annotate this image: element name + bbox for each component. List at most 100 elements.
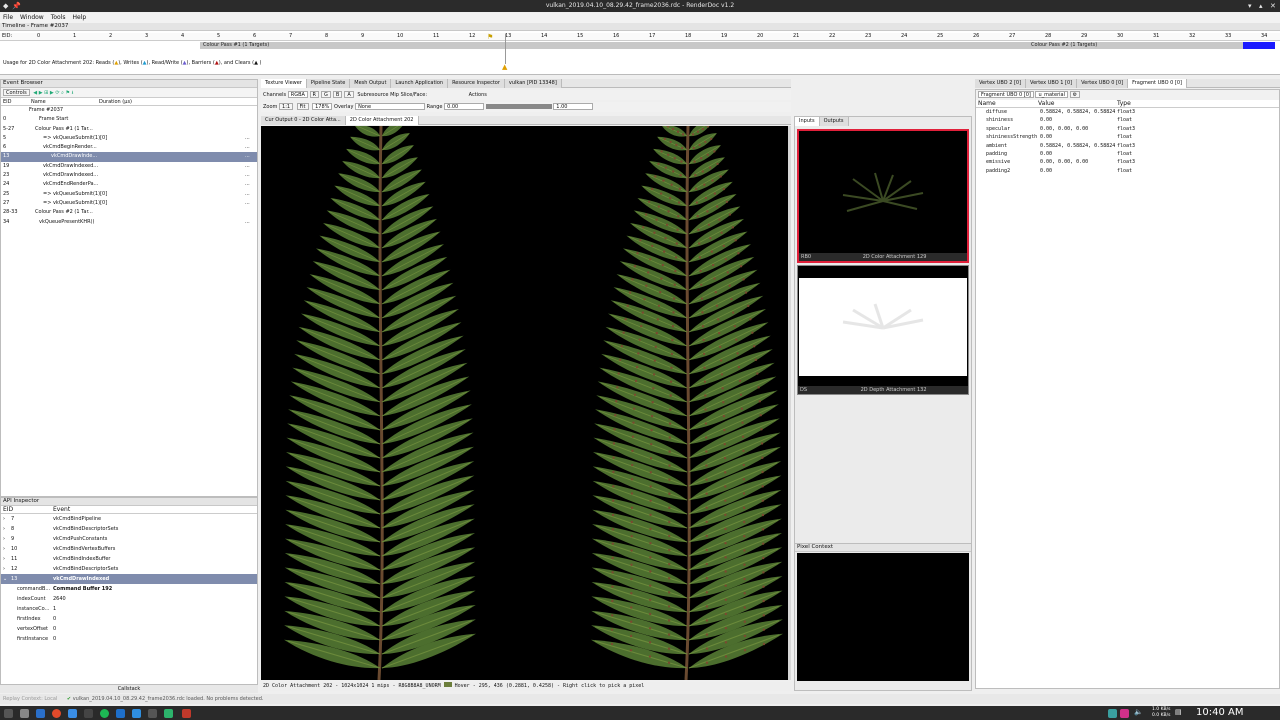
- channel-g[interactable]: G: [321, 91, 331, 98]
- range-max-input[interactable]: 1.00: [553, 103, 594, 110]
- buffer-row[interactable]: shininessStrength 0.00 float: [976, 133, 1279, 141]
- buffer-opt-button[interactable]: ⚙: [1069, 91, 1081, 98]
- timeline-ruler[interactable]: EID: 0 1 2 3 4 5 6 7 8 9 10 11 12 13 14 15 16 17 18 19 20 21 2…: [0, 33, 1280, 41]
- main-tab[interactable]: Mesh Output: [350, 79, 392, 88]
- terminal-icon[interactable]: [68, 709, 77, 718]
- folder-icon[interactable]: [36, 709, 45, 718]
- texture-scrollbar[interactable]: [788, 126, 791, 680]
- menu-window[interactable]: Window: [20, 14, 44, 21]
- buffer-tab[interactable]: Vertex UBO 0 [0]: [1077, 79, 1129, 88]
- api-row[interactable]: › 11 vkCmdBindIndexBuffer: [1, 554, 257, 564]
- expand-icon[interactable]: ›: [3, 554, 5, 564]
- tray-icon-2[interactable]: [1120, 709, 1129, 718]
- volume-icon[interactable]: 🔈: [1134, 708, 1143, 716]
- main-tab[interactable]: Resource Inspector: [448, 79, 505, 88]
- buffer-row[interactable]: emissive 0.00, 0.00, 0.00 float3: [976, 158, 1279, 166]
- buffer-row[interactable]: padding2 0.00 float: [976, 167, 1279, 175]
- main-tab[interactable]: vulkan [PID 13348]: [504, 79, 562, 88]
- files-icon[interactable]: [20, 709, 29, 718]
- buffer-row[interactable]: shininess 0.00 float: [976, 116, 1279, 124]
- expand-icon[interactable]: ›: [3, 564, 5, 574]
- buffer-row[interactable]: ambient 0.58824, 0.58824, 0.58824 float3: [976, 142, 1279, 150]
- colour-pass-2-bar[interactable]: Colour Pass #2 (1 Targets): [1028, 42, 1243, 49]
- main-tab[interactable]: Texture Viewer: [261, 79, 307, 88]
- ide-icon[interactable]: [116, 709, 125, 718]
- controls-button[interactable]: Controls: [3, 89, 30, 96]
- pixel-context-view[interactable]: [797, 553, 969, 681]
- event-row[interactable]: 28-33 Colour Pass #2 (1 Tar...: [1, 208, 257, 217]
- event-row[interactable]: 24 vkCmdEndRenderPa......: [1, 180, 257, 189]
- buffer-row[interactable]: specular 0.00, 0.00, 0.00 float3: [976, 125, 1279, 133]
- nav-icons[interactable]: ◀ ▶ ⊞ ▶ ⟳ ⌕ ⚑ ⭳: [33, 90, 73, 96]
- event-row[interactable]: 5-27 Colour Pass #1 (1 Tar...: [1, 125, 257, 134]
- event-row[interactable]: Frame #2037: [1, 106, 257, 115]
- expand-icon[interactable]: ›: [3, 524, 5, 534]
- start-icon[interactable]: [4, 709, 13, 718]
- expand-icon[interactable]: ›: [3, 514, 5, 524]
- event-row[interactable]: 5 => vkQueueSubmit(1)[0]...: [1, 134, 257, 143]
- range-slider[interactable]: [485, 104, 552, 109]
- buffer-row[interactable]: diffuse 0.58824, 0.58824, 0.58824 float3: [976, 108, 1279, 116]
- zoom-1to1-button[interactable]: 1:1: [279, 103, 294, 110]
- event-row[interactable]: 34 vkQueuePresentKHR()...: [1, 218, 257, 227]
- buffer-tab[interactable]: Vertex UBO 2 [0]: [975, 79, 1027, 88]
- api-row[interactable]: ⌄ 13 vkCmdDrawIndexed: [1, 574, 257, 584]
- expand-icon[interactable]: ›: [3, 534, 5, 544]
- music-icon[interactable]: [100, 709, 109, 718]
- menu-tools[interactable]: Tools: [51, 14, 66, 21]
- overlay-select[interactable]: None: [355, 103, 426, 110]
- api-row[interactable]: › 10 vkCmdBindVertexBuffers: [1, 544, 257, 554]
- event-row[interactable]: 19 vkCmdDrawIndexed......: [1, 162, 257, 171]
- event-row[interactable]: 0 Frame Start: [1, 115, 257, 124]
- channel-a[interactable]: A: [344, 91, 354, 98]
- close-icon[interactable]: ✕: [1270, 0, 1276, 12]
- event-row[interactable]: 25 => vkQueueSubmit(1)[0]...: [1, 190, 257, 199]
- thumbnail-depth-attachment[interactable]: DS 2D Depth Attachment 132: [797, 265, 969, 395]
- event-row[interactable]: 13 vkCmdDrawInde......: [1, 152, 257, 162]
- subtab-color-attachment-202[interactable]: 2D Color Attachment 202: [345, 116, 419, 125]
- tab-inputs[interactable]: Inputs: [795, 117, 820, 126]
- app-icon-2[interactable]: [164, 709, 173, 718]
- buffer-row[interactable]: padding 0.00 float: [976, 150, 1279, 158]
- api-row[interactable]: › 12 vkCmdBindDescriptorSets: [1, 564, 257, 574]
- range-min-input[interactable]: 0.00: [444, 103, 485, 110]
- api-param-row: commandB... Command Buffer 192: [1, 584, 257, 594]
- fit-button[interactable]: Fit: [296, 103, 309, 110]
- chat-icon[interactable]: [132, 709, 141, 718]
- api-row[interactable]: › 9 vkCmdPushConstants: [1, 534, 257, 544]
- menu-file[interactable]: File: [3, 14, 13, 21]
- colour-pass-1-bar[interactable]: Colour Pass #1 (1 Targets): [200, 42, 1028, 49]
- subtab-cur-output[interactable]: Cur Output 0 - 2D Color Atta...: [261, 116, 346, 125]
- expand-icon[interactable]: ›: [3, 544, 5, 554]
- main-tab[interactable]: Launch Application: [391, 79, 449, 88]
- tray-icon-1[interactable]: [1108, 709, 1117, 718]
- network-icon[interactable]: ▤: [1175, 708, 1182, 716]
- buffer-name-field[interactable]: Fragment UBO 0 [0]: [978, 91, 1034, 98]
- minimize-icon[interactable]: ▾: [1248, 0, 1252, 12]
- channel-b[interactable]: B: [332, 91, 343, 98]
- present-marker[interactable]: [1243, 42, 1275, 49]
- callstack-bar[interactable]: Callstack: [0, 685, 258, 693]
- api-row[interactable]: › 7 vkCmdBindPipeline: [1, 514, 257, 524]
- buffer-tab[interactable]: Fragment UBO 0 [0]: [1128, 79, 1187, 88]
- buffer-tab[interactable]: Vertex UBO 1 [0]: [1026, 79, 1078, 88]
- event-row[interactable]: 23 vkCmdDrawIndexed......: [1, 171, 257, 180]
- event-row[interactable]: 6 vkCmdBeginRender......: [1, 143, 257, 152]
- expand-icon[interactable]: ⌄: [3, 574, 7, 584]
- channel-r[interactable]: R: [309, 91, 320, 98]
- settings-icon[interactable]: [148, 709, 157, 718]
- maximize-icon[interactable]: ▴: [1259, 0, 1263, 12]
- api-row[interactable]: › 8 vkCmdBindDescriptorSets: [1, 524, 257, 534]
- thumbnail-color-attachment[interactable]: RB0 2D Color Attachment 129: [797, 129, 969, 263]
- zoom-select[interactable]: 178%: [312, 103, 333, 110]
- event-row[interactable]: 27 => vkQueueSubmit(1)[0]...: [1, 199, 257, 208]
- tab-outputs[interactable]: Outputs: [819, 117, 849, 126]
- channels-select[interactable]: RGBA: [287, 91, 308, 98]
- buffer-struct-field[interactable]: u_material: [1035, 91, 1068, 98]
- menu-help[interactable]: Help: [73, 14, 87, 21]
- texture-canvas[interactable]: [261, 126, 788, 680]
- editor-icon[interactable]: [84, 709, 93, 718]
- browser-icon[interactable]: [52, 709, 61, 718]
- main-tab[interactable]: Pipeline State: [306, 79, 351, 88]
- renderdoc-icon[interactable]: [182, 709, 191, 718]
